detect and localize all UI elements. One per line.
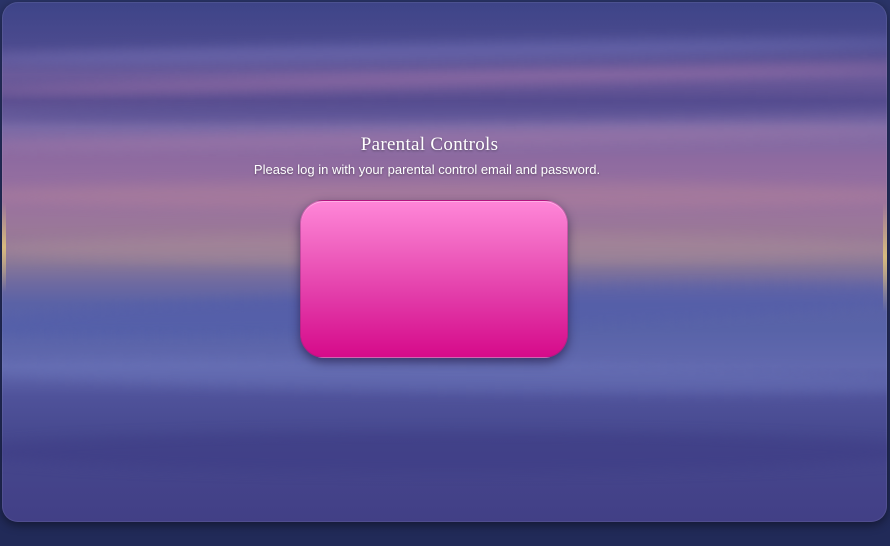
background-cloud-streak [2,33,887,69]
background-cloud-streak [2,353,887,401]
window-frame: Parental Controls Please log in with you… [0,0,890,546]
page-subtitle: Please log in with your parental control… [253,162,601,177]
background-cloud-streak [2,93,887,127]
edge-glow [2,202,6,292]
page-title: Parental Controls [360,134,499,155]
login-box[interactable] [300,200,568,358]
background-cloud-streak [2,432,887,472]
background-cloud-streak [2,59,887,99]
parental-controls-panel: Parental Controls Please log in with you… [2,2,887,522]
edge-glow [883,202,887,312]
